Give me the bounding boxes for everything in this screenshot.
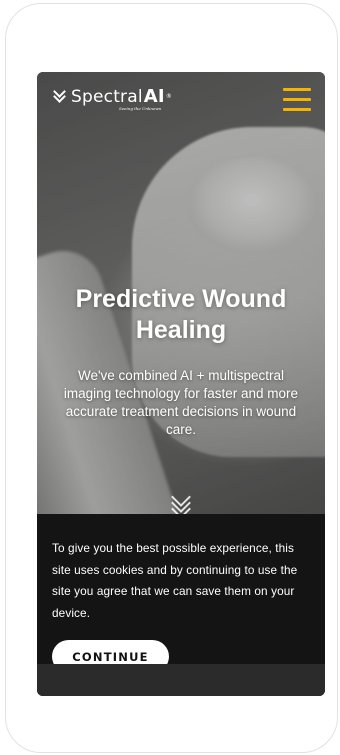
screen: SpectralAI® Seeing the Unknown Predictiv… [37,72,325,696]
cookie-message: To give you the best possible experience… [52,541,298,620]
menu-icon-bar [283,88,311,91]
page-content-below [37,664,325,696]
device-frame: SpectralAI® Seeing the Unknown Predictiv… [5,3,338,753]
logo-suffix: AI [143,86,165,107]
logo-tagline: Seeing the Unknown [119,106,162,111]
hero-subtitle: We've combined AI + multispectral imagin… [63,368,299,437]
hero-title: Predictive Wound Healing [75,285,287,344]
menu-icon-bar [283,108,311,111]
logo-wordmark: SpectralAI® [71,86,173,108]
cookie-consent-banner: To give you the best possible experience… [37,514,325,673]
spectral-ai-logo[interactable]: SpectralAI® [53,85,173,108]
logo-registered-mark: ® [165,93,173,100]
hamburger-menu-button[interactable] [283,88,311,112]
top-navigation-bar: SpectralAI® Seeing the Unknown [37,72,325,128]
logo-name: Spectral [71,87,143,107]
chevron-logo-icon [53,85,67,104]
menu-icon-bar [283,98,311,101]
